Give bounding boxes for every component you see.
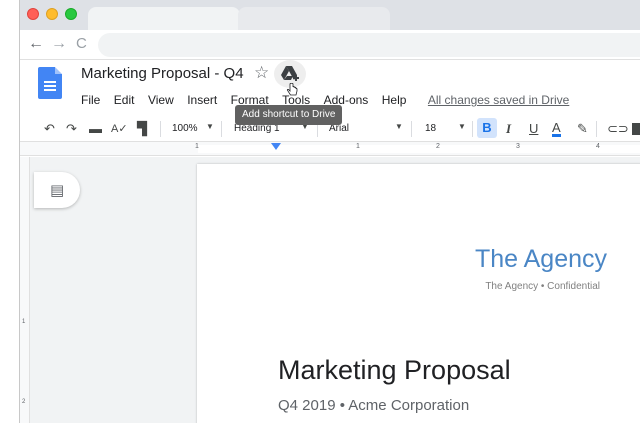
document-page[interactable]: The Agency The Agency • Confidential Mar… [197, 164, 640, 423]
insert-image-icon[interactable] [632, 123, 640, 135]
underline-button[interactable]: U [529, 121, 538, 137]
outline-icon: ▤ [50, 182, 65, 199]
forward-icon[interactable]: → [51, 34, 67, 54]
ruler-number: 1 [22, 319, 26, 325]
save-status-link[interactable]: All changes saved in Drive [428, 93, 569, 107]
document-canvas: 1 2 ▤ The Agency The Agency • Confidenti… [20, 157, 640, 423]
link-icon[interactable]: ⊂⊃ [607, 121, 629, 137]
browser-window: ← → C Marketing Proposal - Q4 ☆ File Edi… [19, 0, 640, 423]
menu-insert[interactable]: Insert [187, 93, 217, 107]
ruler-number: 2 [436, 143, 440, 150]
chevron-down-icon[interactable]: ▼ [458, 122, 466, 131]
bold-button[interactable]: B [477, 118, 497, 138]
browser-titlebar [20, 0, 640, 30]
indent-marker[interactable] [271, 143, 281, 150]
back-icon[interactable]: ← [28, 34, 44, 54]
close-window-button[interactable] [27, 8, 39, 20]
highlight-icon[interactable]: ✎ [577, 121, 588, 137]
ruler-number: 2 [22, 399, 26, 405]
add-shortcut-tooltip: Add shortcut to Drive [235, 105, 343, 125]
add-to-drive-icon [281, 66, 299, 81]
browser-tab-active[interactable] [88, 7, 240, 30]
document-title[interactable]: Marketing Proposal - Q4 [81, 65, 244, 82]
zoom-select[interactable]: 100% [172, 122, 198, 136]
chevron-down-icon[interactable]: ▼ [395, 122, 403, 131]
hand-cursor-icon [286, 83, 298, 96]
minimize-window-button[interactable] [46, 8, 58, 20]
font-size-select[interactable]: 18 [425, 122, 436, 136]
spellcheck-icon[interactable]: A✓ [111, 121, 128, 137]
ruler-number: 1 [356, 143, 360, 150]
reload-icon[interactable]: C [76, 34, 87, 54]
address-bar[interactable] [98, 33, 640, 57]
docs-logo-icon[interactable] [38, 67, 62, 99]
menu-file[interactable]: File [81, 93, 100, 107]
agency-name: The Agency [474, 245, 607, 273]
browser-tab[interactable] [238, 7, 390, 30]
document-outline-button[interactable]: ▤ [34, 172, 80, 208]
ruler-number: 1 [195, 143, 199, 150]
menu-help[interactable]: Help [382, 93, 407, 107]
document-heading: Marketing Proposal [278, 355, 511, 385]
document-subheading: Q4 2019 • Acme Corporation [278, 397, 470, 414]
redo-icon[interactable]: ↷ [66, 121, 77, 137]
agency-tagline: The Agency • Confidential [485, 281, 600, 292]
paint-format-icon[interactable]: ▜ [137, 121, 147, 137]
text-color-button[interactable]: A [552, 121, 561, 137]
ruler-number: 4 [596, 143, 600, 150]
star-icon[interactable]: ☆ [254, 63, 269, 83]
ruler-number: 3 [516, 143, 520, 150]
address-bar-row: ← → C [20, 30, 640, 60]
menu-edit[interactable]: Edit [114, 93, 135, 107]
maximize-window-button[interactable] [65, 8, 77, 20]
menu-view[interactable]: View [148, 93, 174, 107]
vertical-ruler: 1 2 [20, 157, 30, 423]
horizontal-ruler: 1 1 2 3 4 [20, 142, 640, 156]
print-icon[interactable]: ▬ [89, 121, 102, 137]
undo-icon[interactable]: ↶ [44, 121, 55, 137]
chevron-down-icon[interactable]: ▼ [206, 122, 214, 131]
italic-button[interactable]: I [506, 121, 511, 137]
